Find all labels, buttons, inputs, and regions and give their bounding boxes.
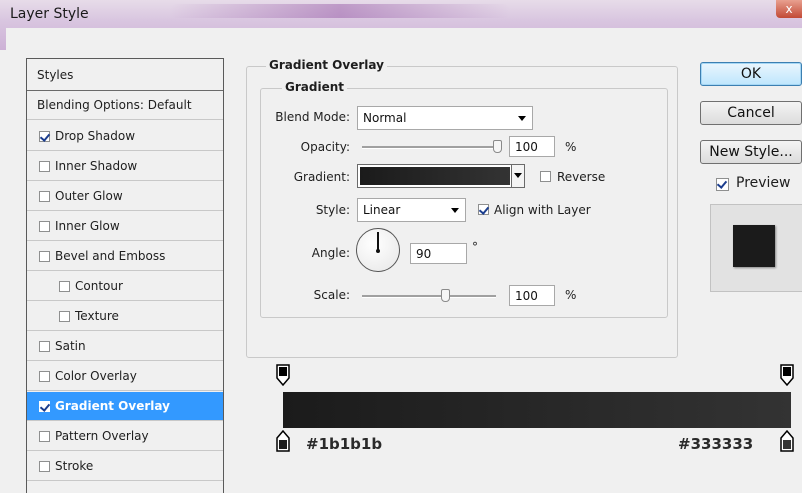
gradient-swatch[interactable]: [360, 167, 510, 185]
blend-mode-label: Blend Mode:: [275, 110, 350, 124]
styles-item-label: Pattern Overlay: [55, 429, 149, 443]
styles-item-contour[interactable]: Contour: [27, 272, 223, 301]
styles-item-label: Satin: [55, 339, 86, 353]
opacity-value: 100: [515, 139, 538, 154]
styles-item-checkbox[interactable]: [39, 400, 50, 412]
blend-mode-value: Normal: [363, 111, 407, 125]
styles-item-label: Stroke: [55, 459, 94, 473]
styles-item-color-overlay[interactable]: Color Overlay: [27, 362, 223, 391]
styles-item-checkbox[interactable]: [59, 280, 70, 292]
scale-unit: %: [565, 288, 577, 302]
new-style-button[interactable]: New Style...: [700, 140, 802, 164]
styles-item-checkbox[interactable]: [39, 430, 50, 442]
styles-item-inner-glow[interactable]: Inner Glow: [27, 212, 223, 241]
styles-item-drop-shadow[interactable]: Drop Shadow: [27, 122, 223, 151]
color-stop-left-icon[interactable]: [276, 429, 290, 456]
styles-item-label: Texture: [75, 309, 119, 323]
scale-slider[interactable]: [362, 295, 496, 298]
styles-item-label: Outer Glow: [55, 189, 123, 203]
align-with-layer-label[interactable]: Align with Layer: [494, 203, 591, 217]
angle-label: Angle:: [311, 246, 350, 260]
angle-input[interactable]: 90: [410, 243, 467, 264]
angle-dial[interactable]: [356, 228, 400, 272]
style-label: Style:: [315, 203, 350, 217]
styles-item-label: Gradient Overlay: [55, 399, 170, 413]
styles-panel-header[interactable]: Styles: [27, 59, 223, 91]
styles-header-label: Styles: [37, 67, 74, 82]
angle-value: 90: [416, 246, 432, 261]
opacity-stop-right-icon[interactable]: [780, 364, 794, 390]
gradient-picker-arrow[interactable]: [511, 165, 524, 187]
gradient-label: Gradient:: [293, 170, 350, 184]
styles-item-label: Contour: [75, 279, 123, 293]
opacity-stop-left-icon[interactable]: [276, 364, 290, 390]
styles-item-stroke[interactable]: Stroke: [27, 452, 223, 481]
styles-item-pattern-overlay[interactable]: Pattern Overlay: [27, 422, 223, 451]
left-color-label: #1b1b1b: [306, 435, 383, 453]
styles-item-checkbox[interactable]: [39, 460, 50, 472]
styles-item-checkbox[interactable]: [39, 250, 50, 262]
styles-item-blending-options-default[interactable]: Blending Options: Default: [27, 91, 223, 120]
blend-mode-dropdown[interactable]: Normal: [357, 106, 533, 130]
styles-item-checkbox[interactable]: [39, 340, 50, 352]
opacity-slider-thumb[interactable]: [493, 140, 502, 153]
styles-panel: Styles Blending Options: Default Drop Sha…: [26, 58, 224, 493]
styles-item-label: Inner Glow: [55, 219, 120, 233]
styles-item-inner-shadow[interactable]: Inner Shadow: [27, 152, 223, 181]
styles-item-checkbox[interactable]: [59, 310, 70, 322]
styles-item-bevel-and-emboss[interactable]: Bevel and Emboss: [27, 242, 223, 271]
opacity-slider[interactable]: [362, 146, 498, 149]
right-color-label: #333333: [678, 435, 754, 453]
styles-item-checkbox[interactable]: [39, 190, 50, 202]
styles-item-outer-glow[interactable]: Outer Glow: [27, 182, 223, 211]
styles-item-gradient-overlay[interactable]: Gradient Overlay: [27, 392, 223, 421]
ok-button[interactable]: OK: [700, 62, 802, 86]
styles-item-label: Color Overlay: [55, 369, 137, 383]
scale-label: Scale:: [313, 288, 350, 302]
styles-item-satin[interactable]: Satin: [27, 332, 223, 361]
style-dropdown[interactable]: Linear: [357, 198, 466, 222]
window-title: Layer Style: [10, 6, 89, 22]
close-button[interactable]: x: [776, 0, 802, 18]
align-with-layer-checkbox[interactable]: [478, 204, 489, 215]
styles-item-label: Blending Options: Default: [37, 98, 192, 112]
reverse-checkbox[interactable]: [540, 171, 551, 182]
styles-item-checkbox[interactable]: [39, 220, 50, 232]
scale-slider-thumb[interactable]: [441, 289, 450, 302]
styles-item-label: Bevel and Emboss: [55, 249, 166, 263]
gradient-overlay-title: Gradient Overlay: [266, 58, 387, 72]
styles-item-checkbox[interactable]: [39, 130, 50, 142]
gradient-preview-bar[interactable]: [283, 392, 791, 428]
preview-label[interactable]: Preview: [736, 175, 791, 191]
gradient-subgroup-title: Gradient: [282, 80, 347, 94]
gradient-picker[interactable]: [357, 164, 525, 188]
styles-item-checkbox[interactable]: [39, 370, 50, 382]
angle-unit: °: [472, 240, 478, 254]
scale-value: 100: [515, 288, 538, 303]
style-value: Linear: [363, 203, 401, 217]
close-icon[interactable]: x: [785, 2, 792, 16]
scale-input[interactable]: 100: [509, 285, 555, 306]
opacity-input[interactable]: 100: [509, 136, 555, 157]
preview-checkbox[interactable]: [716, 178, 729, 191]
cancel-button[interactable]: Cancel: [700, 101, 802, 125]
title-bar-glow: [170, 4, 510, 18]
reverse-label[interactable]: Reverse: [557, 170, 605, 184]
styles-item-label: Inner Shadow: [55, 159, 138, 173]
preview-swatch: [733, 225, 775, 267]
color-stop-right-icon[interactable]: [780, 429, 794, 456]
styles-item-label: Drop Shadow: [55, 129, 136, 143]
styles-item-texture[interactable]: Texture: [27, 302, 223, 331]
angle-dial-center: [376, 249, 380, 253]
opacity-label: Opacity:: [300, 140, 350, 154]
chevron-down-icon: [514, 173, 522, 178]
style-preview: [710, 204, 802, 292]
opacity-unit: %: [565, 140, 577, 154]
styles-item-checkbox[interactable]: [39, 160, 50, 172]
